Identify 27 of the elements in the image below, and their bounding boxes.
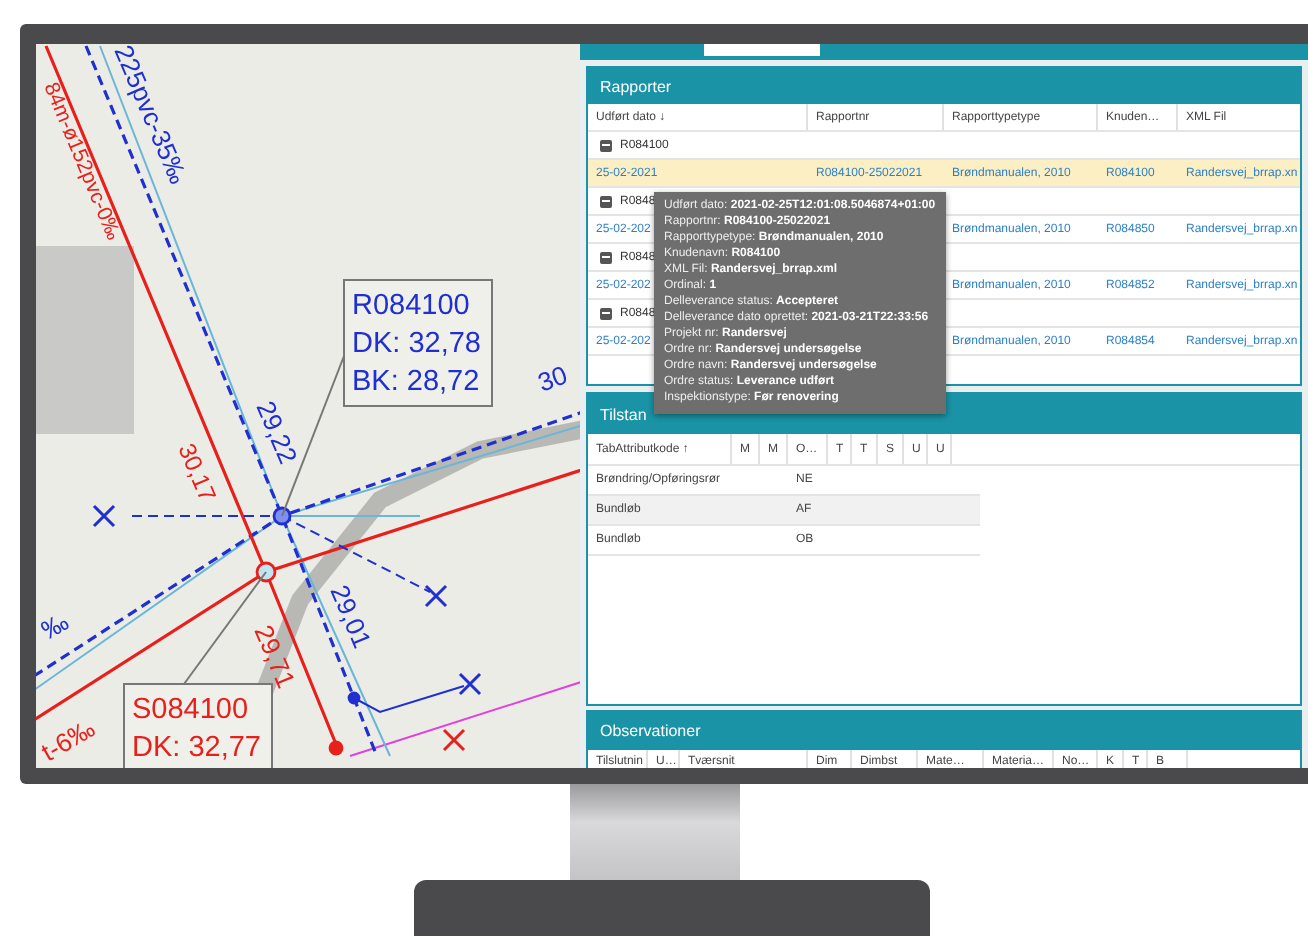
cross-mark-icon	[424, 584, 448, 608]
manhole-node[interactable]	[328, 740, 344, 756]
manhole-node[interactable]	[347, 691, 361, 705]
panel-title: Rapporter	[600, 77, 672, 95]
pipe-label: 30,17	[172, 439, 222, 506]
callout-text: S084100	[132, 694, 249, 726]
cross-mark-icon	[442, 728, 466, 752]
cross-mark-icon	[92, 504, 116, 528]
collapse-icon[interactable]	[600, 195, 612, 207]
collapse-icon[interactable]	[600, 251, 612, 263]
pipe-label: 29,01	[324, 580, 378, 653]
callout-text: DK: 32,77	[132, 732, 261, 764]
collapse-icon[interactable]	[600, 139, 612, 151]
cross-mark-icon	[458, 672, 482, 696]
manhole-node[interactable]	[272, 506, 292, 526]
manhole-node[interactable]	[255, 561, 277, 583]
pipe-label: 30	[533, 359, 572, 398]
pipe-label: t-6‰	[36, 713, 100, 768]
callout-text: BK: 28,72	[352, 366, 480, 398]
collapse-icon[interactable]	[600, 307, 612, 319]
pipe-label: 29,22	[250, 396, 304, 469]
panel-title: Observationer	[600, 722, 701, 740]
pipe-label: 29,71	[248, 620, 302, 693]
callout-text: DK: 32,78	[352, 328, 481, 360]
pipe-label: ‰	[36, 606, 74, 646]
panel-title: Tilstan	[600, 405, 647, 423]
callout-text: R084100	[352, 290, 470, 322]
